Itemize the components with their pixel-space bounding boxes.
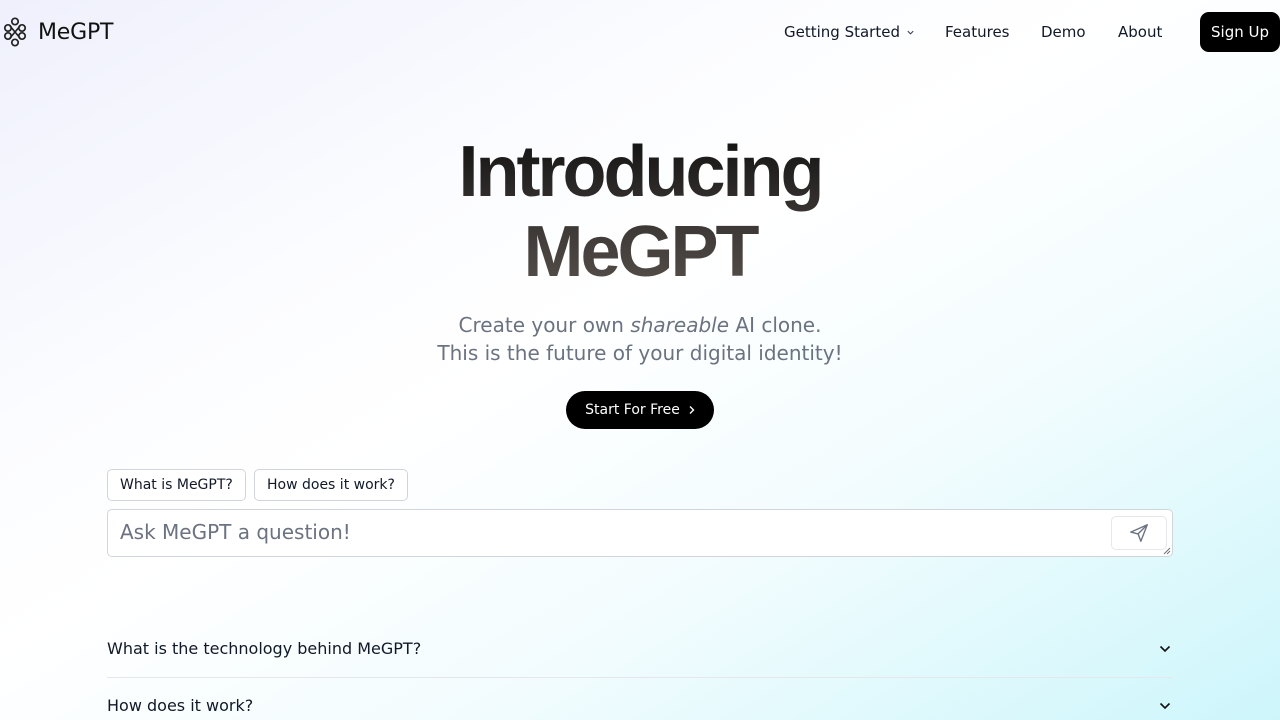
ask-input[interactable]: [108, 510, 1098, 556]
nav-features[interactable]: Features: [945, 23, 1010, 41]
subtitle-prefix: Create your own: [458, 313, 631, 337]
hero-title: Introducing MeGPT: [0, 132, 1280, 292]
send-icon: [1130, 524, 1148, 542]
nav-about-label: About: [1118, 23, 1163, 41]
nav-getting-started-label: Getting Started: [784, 23, 900, 41]
faq-item-how-it-works[interactable]: How does it work?: [107, 677, 1173, 720]
start-for-free-button[interactable]: Start For Free: [566, 391, 714, 429]
suggestion-chip-how-works[interactable]: How does it work?: [254, 469, 408, 501]
faq-question: How does it work?: [107, 696, 254, 715]
hero-title-line1: Introducing: [458, 132, 822, 212]
faq-question: What is the technology behind MeGPT?: [107, 639, 422, 658]
nav-demo-label: Demo: [1041, 23, 1086, 41]
chevron-right-icon: [689, 406, 695, 414]
send-button[interactable]: [1111, 516, 1167, 550]
faq-item-technology[interactable]: What is the technology behind MeGPT?: [107, 620, 1173, 677]
resize-grip-icon[interactable]: [1163, 547, 1171, 555]
ask-box: [107, 509, 1173, 557]
nav-features-label: Features: [945, 23, 1010, 41]
subtitle-line2: This is the future of your digital ident…: [437, 341, 843, 365]
logo[interactable]: MeGPT: [3, 17, 113, 47]
hero-title-line2: MeGPT: [523, 212, 757, 292]
chevron-down-icon: [907, 30, 914, 35]
cta-label: Start For Free: [585, 402, 680, 418]
logo-text: MeGPT: [38, 19, 114, 45]
subtitle-emphasis: shareable: [630, 313, 730, 337]
chevron-down-icon: [1159, 645, 1171, 652]
nav-getting-started[interactable]: Getting Started: [784, 23, 915, 41]
suggestion-chip-what-is[interactable]: What is MeGPT?: [107, 469, 246, 501]
signup-button[interactable]: Sign Up: [1200, 12, 1280, 52]
nav-about[interactable]: About: [1118, 23, 1162, 41]
knot-icon: [3, 17, 27, 47]
hero-subtitle: Create your own shareable AI clone. This…: [0, 311, 1280, 367]
chevron-down-icon: [1159, 702, 1171, 709]
site-header: MeGPT Getting Started Features Demo Abou…: [0, 0, 1280, 64]
subtitle-suffix: AI clone.: [729, 313, 822, 337]
nav-demo[interactable]: Demo: [1041, 23, 1086, 41]
